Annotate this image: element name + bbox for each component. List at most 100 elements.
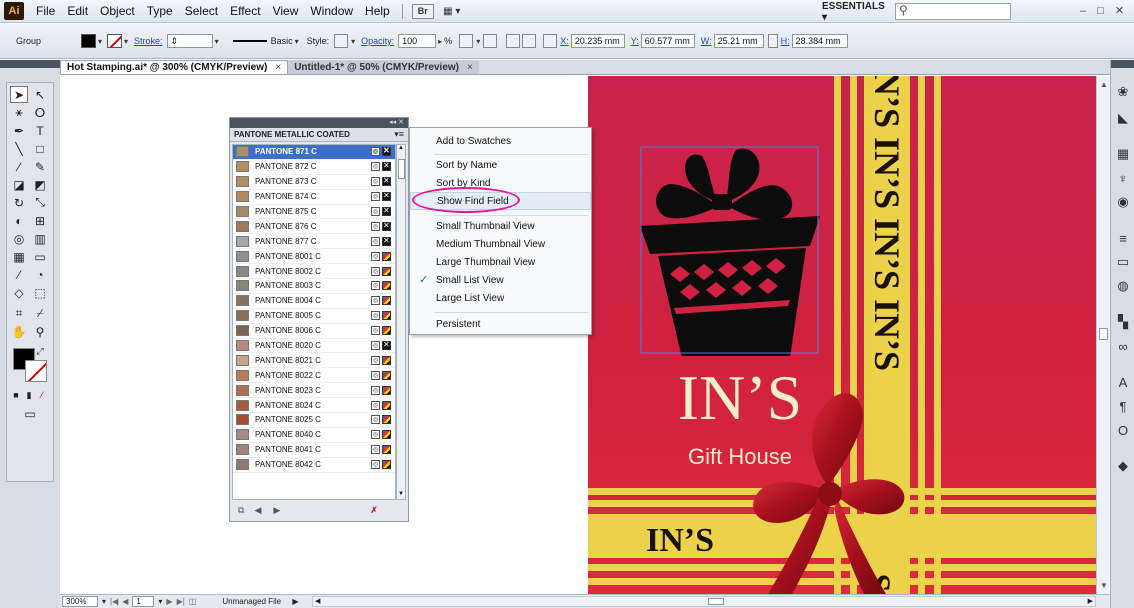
live-paint-selection-tool-icon[interactable]: ⬚ [31, 284, 49, 301]
magic-wand-tool-icon[interactable]: ⚹ [10, 104, 28, 121]
eraser-tool-icon[interactable]: ◩ [31, 176, 49, 193]
menu-item-large-thumbnail-view[interactable]: Large Thumbnail View [410, 253, 591, 271]
menu-item-small-thumbnail-view[interactable]: Small Thumbnail View [410, 217, 591, 235]
menu-item-persistent[interactable]: Persistent [410, 315, 591, 333]
file-status-label[interactable]: Unmanaged File [222, 597, 284, 606]
symbols-panel-icon[interactable]: ◉ [1113, 192, 1133, 212]
swatch-row[interactable]: PANTONE 873 C ◎ [233, 175, 395, 190]
arrange-documents-button[interactable]: ▦ ▾ [437, 4, 467, 19]
swatch-row[interactable]: PANTONE 8024 C ◎ [233, 398, 395, 414]
none-mode-icon[interactable]: ⁄ [36, 389, 48, 401]
menu-item-sort-by-name[interactable]: Sort by Name [410, 156, 591, 174]
scroll-down-icon[interactable]: ▼ [398, 491, 404, 497]
zoom-tool-icon[interactable]: ⚲ [31, 323, 49, 340]
scroll-up-icon[interactable]: ▲ [398, 145, 404, 151]
gradient-tool-icon[interactable]: ▭ [31, 248, 49, 265]
panel-grip[interactable]: ◂◂ ✕ [230, 118, 408, 128]
swatch-row[interactable]: PANTONE 8022 C ◎ [233, 368, 395, 384]
blend-tool-icon[interactable]: ◔ [31, 266, 49, 283]
opacity-input[interactable]: 100 [398, 34, 437, 48]
layers-panel-icon[interactable]: ∞ [1113, 336, 1133, 356]
window-controls[interactable]: – □ ✕ [1080, 4, 1128, 17]
swatch-row[interactable]: PANTONE 8001 C ◎ [233, 249, 395, 265]
swatch-row[interactable]: PANTONE 8005 C ◎ [233, 309, 395, 324]
chevron-down-icon[interactable]: ▾ [96, 37, 104, 46]
swatch-row[interactable]: PANTONE 876 C ◎ [233, 219, 395, 235]
direct-selection-tool-icon[interactable]: ↖ [31, 86, 49, 103]
brush-definition-label[interactable]: Basic [271, 36, 293, 46]
paragraph-panel-icon[interactable]: ¶ [1113, 396, 1133, 416]
color-guide-panel-icon[interactable]: ◣ [1113, 108, 1133, 128]
bridge-button[interactable]: Br [411, 3, 434, 19]
delete-swatch-icon[interactable]: ✗ [370, 505, 378, 516]
graphic-styles-panel-icon[interactable]: ◆ [1113, 456, 1133, 476]
menu-window[interactable]: Window [304, 4, 359, 18]
swatch-list-scrollbar[interactable]: ▲ ▼ [396, 144, 406, 500]
artboard-tool-icon[interactable]: ⌗ [10, 305, 28, 322]
mesh-tool-icon[interactable]: ▦ [10, 248, 28, 265]
swatch-row[interactable]: PANTONE 875 C ◎ [233, 205, 395, 220]
brushes-panel-icon[interactable]: ♆ [1113, 168, 1133, 188]
close-icon[interactable]: × [275, 62, 281, 73]
chevron-down-icon[interactable]: ▾ [158, 597, 162, 606]
x-label-link[interactable]: X: [560, 36, 569, 46]
scroll-thumb[interactable] [398, 159, 405, 179]
chevron-down-icon[interactable]: ▾ [122, 37, 130, 46]
graphic-style-swatch[interactable] [334, 34, 349, 48]
scale-tool-icon[interactable]: ⤡ [31, 194, 49, 211]
chevron-right-icon[interactable]: ▸ [436, 37, 444, 46]
pencil-tool-icon[interactable]: ✎ [31, 158, 49, 175]
menu-select[interactable]: Select [179, 4, 224, 18]
hand-tool-icon[interactable]: ✋ [10, 323, 28, 340]
last-artboard-icon[interactable]: ▶| [177, 597, 185, 606]
opentype-panel-icon[interactable]: O [1113, 420, 1133, 440]
scroll-thumb[interactable] [1099, 328, 1108, 340]
help-search-input[interactable]: ⚲ [895, 3, 1011, 20]
h-label-link[interactable]: H: [781, 36, 790, 46]
gradient-panel-icon[interactable]: ▭ [1113, 252, 1133, 272]
rectangle-tool-icon[interactable]: □ [31, 140, 49, 157]
swatch-libraries-menu-icon[interactable]: ⧉ [238, 505, 244, 516]
zoom-level-field[interactable]: 300% [62, 596, 98, 607]
width-input[interactable]: 25.21 mm [713, 34, 764, 48]
menu-object[interactable]: Object [94, 4, 141, 18]
panel-menu-icon[interactable]: ▾≡ [394, 129, 404, 140]
swatch-row[interactable]: PANTONE 8041 C ◎ [233, 443, 395, 458]
menu-help[interactable]: Help [359, 4, 396, 18]
chevron-right-icon[interactable]: ▶ [292, 597, 298, 606]
swatches-panel-icon[interactable]: ▦ [1113, 144, 1133, 164]
isolate-group-icon[interactable] [483, 34, 498, 48]
menu-effect[interactable]: Effect [224, 4, 266, 18]
swatch-row[interactable]: PANTONE 872 C ◎ [233, 160, 395, 175]
chevron-down-icon[interactable]: ▾ [213, 37, 221, 46]
warp-tool-icon[interactable]: ◐ [10, 212, 28, 229]
swatch-row[interactable]: PANTONE 8006 C ◎ [233, 324, 395, 339]
slice-tool-icon[interactable]: ⌿ [31, 305, 49, 322]
opacity-label-link[interactable]: Opacity: [361, 36, 394, 46]
y-position-input[interactable]: 60.577 mm [640, 34, 695, 48]
panel-grip[interactable] [0, 60, 60, 68]
workspace-switcher[interactable]: ESSENTIALS ▾ [822, 1, 888, 23]
close-icon[interactable]: × [467, 62, 473, 73]
tab-hot-stamping[interactable]: Hot Stamping.ai* @ 300% (CMYK/Preview) × [60, 60, 289, 74]
blob-brush-tool-icon[interactable]: ◪ [10, 176, 28, 193]
y-label-link[interactable]: Y: [631, 36, 639, 46]
tab-untitled-1[interactable]: Untitled-1* @ 50% (CMYK/Preview) × [288, 60, 479, 74]
stroke-weight-input[interactable]: ⇕ [166, 34, 213, 48]
menu-edit[interactable]: Edit [61, 4, 94, 18]
panel-collapse-close[interactable]: ◂◂ ✕ [389, 118, 404, 126]
swatch-row[interactable]: PANTONE 874 C ◎ [233, 190, 395, 205]
free-transform-tool-icon[interactable]: ⊞ [31, 212, 49, 229]
swatch-row[interactable]: PANTONE 871 C ◎ [233, 145, 395, 160]
chevron-down-icon[interactable]: ▾ [474, 37, 482, 46]
height-input[interactable]: 28.384 mm [791, 34, 848, 48]
type-tool-icon[interactable]: T [31, 122, 49, 139]
swatch-row[interactable]: PANTONE 877 C ◎ [233, 234, 395, 250]
scroll-left-icon[interactable]: ◀ [315, 597, 320, 605]
fill-swatch[interactable] [81, 34, 97, 48]
scroll-right-icon[interactable]: ▶ [1088, 597, 1093, 605]
menu-file[interactable]: File [30, 4, 61, 18]
align-panel-icon[interactable] [506, 34, 521, 48]
w-label-link[interactable]: W: [701, 36, 712, 46]
swatch-row[interactable]: PANTONE 8003 C ◎ [233, 279, 395, 294]
